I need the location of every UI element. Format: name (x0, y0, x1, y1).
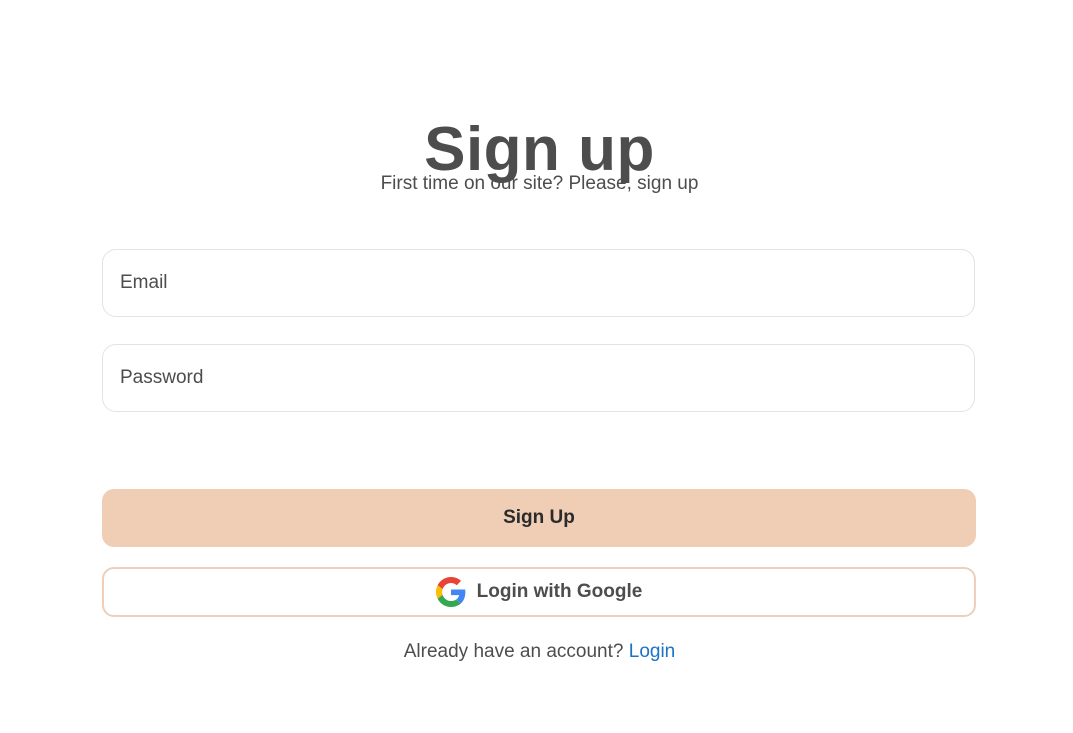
page-subtitle: First time on our site? Please, sign up (380, 173, 699, 194)
sign-up-button[interactable]: Sign Up (102, 489, 976, 547)
sign-up-button-label: Sign Up (503, 507, 575, 528)
login-link[interactable]: Login (629, 641, 676, 662)
email-field[interactable] (102, 249, 975, 317)
login-with-google-button[interactable]: Login with Google (102, 567, 976, 617)
signup-page: Sign up First time on our site? Please, … (0, 0, 1073, 733)
login-prompt-text: Already have an account? (403, 641, 624, 662)
password-field[interactable] (102, 344, 975, 412)
login-with-google-label: Login with Google (476, 581, 643, 602)
login-prompt: Already have an account? Login (0, 640, 1073, 664)
google-icon (435, 577, 466, 607)
